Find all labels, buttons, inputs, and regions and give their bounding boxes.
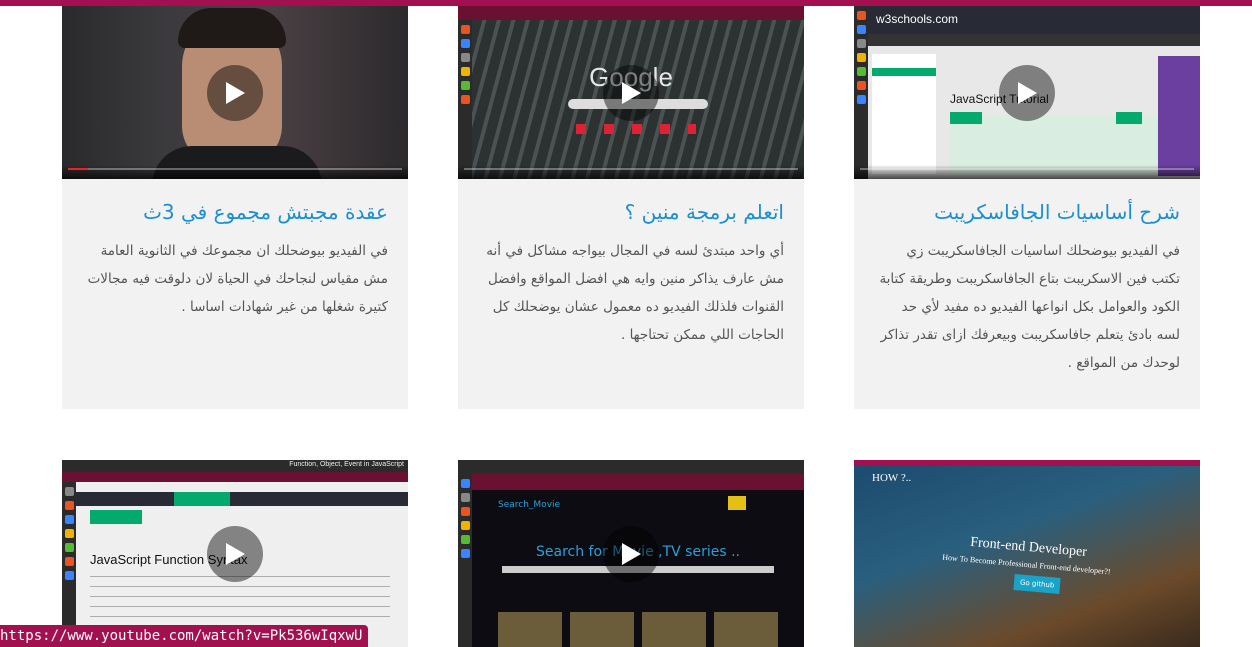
browser-bar bbox=[472, 474, 804, 490]
video-card[interactable]: عقدة مجبتش مجموع في 3ث في الفيديو بيوضحل… bbox=[62, 6, 408, 409]
w3-logo: w3schools.com bbox=[876, 12, 959, 26]
card-title[interactable]: عقدة مجبتش مجموع في 3ث bbox=[82, 197, 388, 227]
play-button[interactable] bbox=[603, 64, 659, 121]
w3-nav bbox=[868, 34, 1200, 46]
os-dock bbox=[62, 482, 76, 647]
video-thumbnail[interactable]: Function, Object, Event in JavaScript Ja… bbox=[62, 460, 408, 647]
w3-ad bbox=[1158, 56, 1200, 176]
play-button[interactable] bbox=[603, 525, 659, 582]
play-icon bbox=[622, 81, 641, 104]
card-body: شرح أساسيات الجافاسكريبت في الفيديو بيوض… bbox=[854, 179, 1200, 409]
video-controls[interactable] bbox=[458, 165, 804, 179]
w3-prev bbox=[90, 510, 142, 524]
window-bar bbox=[458, 460, 804, 474]
play-icon bbox=[622, 542, 641, 565]
play-button[interactable] bbox=[207, 64, 263, 121]
doc-lines bbox=[90, 576, 390, 626]
video-thumbnail[interactable]: w3schools.com JavaScript Tutorial bbox=[854, 6, 1200, 179]
play-button[interactable] bbox=[999, 64, 1055, 121]
video-controls[interactable] bbox=[62, 165, 408, 179]
video-grid: w3schools.com JavaScript Tutorial شرح أس… bbox=[0, 0, 1252, 647]
video-thumbnail[interactable]: Google bbox=[458, 6, 804, 179]
card-body: اتعلم برمجة منين ؟ أي واحد مبتدئ لسه في … bbox=[458, 179, 804, 409]
video-thumbnail[interactable] bbox=[62, 6, 408, 179]
play-icon bbox=[1018, 81, 1037, 104]
w3-nav bbox=[76, 492, 408, 506]
thumb-brand: Search_Movie bbox=[498, 500, 561, 510]
thumb-window-title: Function, Object, Event in JavaScript bbox=[289, 461, 404, 468]
card-description: أي واحد مبتدئ لسه في المجال بيواجه مشاكل… bbox=[486, 243, 784, 343]
thumb-cta: Go github bbox=[1013, 574, 1061, 594]
video-card[interactable]: w3schools.com JavaScript Tutorial شرح أس… bbox=[854, 6, 1200, 409]
window-bar: Function, Object, Event in JavaScript bbox=[62, 460, 408, 472]
browser-tabs bbox=[458, 6, 804, 20]
thumb-brand: HOW ?.. bbox=[872, 472, 912, 484]
person-hair bbox=[178, 8, 286, 48]
video-card[interactable]: Google اتعلم برمجة منين ؟ أي واحد مبتدئ … bbox=[458, 6, 804, 409]
play-icon bbox=[226, 81, 245, 104]
shortcut-row bbox=[576, 124, 696, 134]
w3-header: w3schools.com bbox=[868, 6, 1200, 34]
card-description: في الفيديو بيوضحلك ان مجموعك في الثانوية… bbox=[87, 243, 388, 315]
card-description: في الفيديو بيوضحلك اساسيات الجافاسكريبت … bbox=[879, 243, 1180, 371]
imdb-logo bbox=[728, 496, 746, 510]
window-bar bbox=[854, 460, 1200, 466]
play-button[interactable] bbox=[207, 525, 263, 582]
w3-prev bbox=[950, 112, 982, 124]
video-thumbnail[interactable]: HOW ?.. Front-end Developer How To Becom… bbox=[854, 460, 1200, 647]
w3-next bbox=[1116, 112, 1142, 124]
card-title[interactable]: اتعلم برمجة منين ؟ bbox=[478, 197, 784, 227]
w3-sidebar bbox=[872, 54, 936, 174]
video-controls[interactable] bbox=[854, 165, 1200, 179]
play-icon bbox=[226, 542, 245, 565]
card-title[interactable]: شرح أساسيات الجافاسكريبت bbox=[874, 197, 1180, 227]
browser-bar bbox=[62, 472, 408, 482]
link-status-bar: https://www.youtube.com/watch?v=Pk536wIq… bbox=[0, 625, 369, 647]
card-body: عقدة مجبتش مجموع في 3ث في الفيديو بيوضحل… bbox=[62, 179, 408, 409]
os-dock bbox=[458, 474, 472, 647]
video-thumbnail[interactable]: Search_Movie Search for Movie ,TV series… bbox=[458, 460, 804, 647]
os-dock bbox=[854, 6, 868, 179]
os-dock bbox=[458, 20, 472, 179]
movie-posters bbox=[498, 612, 778, 647]
